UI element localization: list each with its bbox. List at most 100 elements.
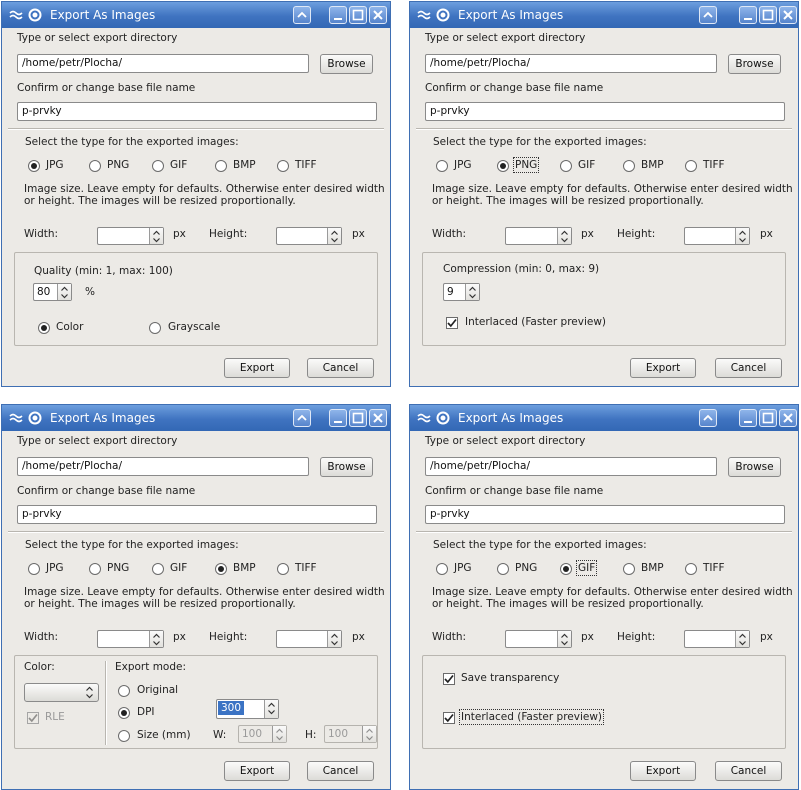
spin-arrows-icon[interactable] — [264, 700, 278, 718]
close-button[interactable] — [779, 409, 797, 427]
title-bar[interactable]: Export As Images — [410, 405, 798, 431]
close-button[interactable] — [779, 6, 797, 24]
maximize-button[interactable] — [349, 409, 367, 427]
compression-spinbox[interactable]: 9 — [443, 283, 480, 301]
save-transparency-checkbox[interactable] — [443, 673, 455, 685]
export-mode-original-radio[interactable] — [118, 685, 130, 697]
format-radio-tiff[interactable] — [277, 160, 289, 172]
color-depth-combobox[interactable] — [24, 683, 99, 702]
format-radio-jpg[interactable] — [28, 160, 40, 172]
spin-arrows-icon[interactable] — [557, 228, 571, 244]
format-radio-bmp[interactable] — [623, 563, 635, 575]
title-bar[interactable]: Export As Images — [2, 405, 390, 431]
minimize-button[interactable] — [329, 6, 347, 24]
window-menu-icon[interactable] — [8, 7, 24, 23]
grayscale-mode-radio[interactable] — [149, 322, 161, 334]
width-spinbox[interactable] — [505, 227, 572, 245]
format-radio-tiff[interactable] — [277, 563, 289, 575]
format-radio-tiff[interactable] — [685, 160, 697, 172]
format-radio-png[interactable] — [497, 563, 509, 575]
window-menu-icon[interactable] — [8, 410, 24, 426]
base-file-name-input[interactable]: p-prvky — [425, 102, 785, 121]
format-radio-tiff[interactable] — [685, 563, 697, 575]
width-spinbox[interactable] — [97, 227, 164, 245]
export-directory-input[interactable]: /home/petr/Plocha/ — [17, 457, 309, 476]
size-width-spinbox[interactable]: 100 — [238, 725, 287, 743]
export-button[interactable]: Export — [630, 761, 696, 781]
shade-button[interactable] — [293, 6, 311, 24]
shade-button[interactable] — [293, 409, 311, 427]
cancel-button[interactable]: Cancel — [715, 358, 782, 378]
format-radio-bmp[interactable] — [215, 160, 227, 172]
minimize-button[interactable] — [739, 409, 757, 427]
shade-button[interactable] — [699, 6, 717, 24]
spin-arrows-icon[interactable] — [557, 631, 571, 647]
export-mode-size-radio[interactable] — [118, 730, 130, 742]
spin-arrows-icon[interactable] — [149, 631, 163, 647]
browse-button[interactable]: Browse — [320, 54, 373, 74]
format-radio-jpg[interactable] — [436, 563, 448, 575]
format-radio-png[interactable] — [497, 160, 509, 172]
export-button[interactable]: Export — [630, 358, 696, 378]
spin-arrows-icon[interactable] — [362, 726, 376, 742]
cancel-button[interactable]: Cancel — [715, 761, 782, 781]
shade-button[interactable] — [699, 409, 717, 427]
spin-arrows-icon[interactable] — [735, 228, 749, 244]
base-file-name-input[interactable]: p-prvky — [17, 505, 377, 524]
height-spinbox[interactable] — [684, 227, 750, 245]
rle-checkbox[interactable] — [27, 712, 39, 724]
maximize-button[interactable] — [759, 6, 777, 24]
browse-button[interactable]: Browse — [728, 54, 781, 74]
export-directory-input[interactable]: /home/petr/Plocha/ — [17, 54, 309, 73]
format-radio-jpg[interactable] — [28, 563, 40, 575]
format-radio-bmp[interactable] — [623, 160, 635, 172]
title-bar[interactable]: Export As Images — [410, 2, 798, 28]
title-bar[interactable]: Export As Images — [2, 2, 390, 28]
spin-arrows-icon[interactable] — [149, 228, 163, 244]
width-spinbox[interactable] — [97, 630, 164, 648]
close-button[interactable] — [369, 409, 387, 427]
format-radio-png[interactable] — [89, 563, 101, 575]
export-directory-input[interactable]: /home/petr/Plocha/ — [425, 457, 717, 476]
interlaced-checkbox[interactable] — [443, 712, 455, 724]
quality-spinbox[interactable]: 80 — [33, 283, 72, 301]
window-menu-icon[interactable] — [416, 7, 432, 23]
browse-button[interactable]: Browse — [728, 457, 781, 477]
maximize-button[interactable] — [759, 409, 777, 427]
format-radio-gif[interactable] — [152, 160, 164, 172]
spin-arrows-icon[interactable] — [57, 284, 71, 300]
spin-arrows-icon[interactable] — [327, 228, 341, 244]
window-menu-icon[interactable] — [416, 410, 432, 426]
format-radio-png[interactable] — [89, 160, 101, 172]
format-radio-gif[interactable] — [560, 160, 572, 172]
interlaced-checkbox[interactable] — [446, 317, 458, 329]
browse-button[interactable]: Browse — [320, 457, 373, 477]
minimize-button[interactable] — [329, 409, 347, 427]
spin-arrows-icon[interactable] — [465, 284, 479, 300]
spin-arrows-icon[interactable] — [735, 631, 749, 647]
size-height-spinbox[interactable]: 100 — [324, 725, 377, 743]
base-file-name-input[interactable]: p-prvky — [425, 505, 785, 524]
spin-arrows-icon[interactable] — [272, 726, 286, 742]
color-mode-radio[interactable] — [38, 322, 50, 334]
export-mode-dpi-radio[interactable] — [118, 707, 130, 719]
cancel-button[interactable]: Cancel — [307, 761, 374, 781]
close-button[interactable] — [369, 6, 387, 24]
height-spinbox[interactable] — [276, 227, 342, 245]
minimize-button[interactable] — [739, 6, 757, 24]
export-button[interactable]: Export — [224, 358, 290, 378]
maximize-button[interactable] — [349, 6, 367, 24]
format-radio-gif[interactable] — [560, 563, 572, 575]
height-spinbox[interactable] — [276, 630, 342, 648]
cancel-button[interactable]: Cancel — [307, 358, 374, 378]
export-button[interactable]: Export — [224, 761, 290, 781]
format-radio-bmp[interactable] — [215, 563, 227, 575]
height-spinbox[interactable] — [684, 630, 750, 648]
base-file-name-input[interactable]: p-prvky — [17, 102, 377, 121]
format-radio-gif[interactable] — [152, 563, 164, 575]
export-directory-input[interactable]: /home/petr/Plocha/ — [425, 54, 717, 73]
format-radio-jpg[interactable] — [436, 160, 448, 172]
dpi-spinbox[interactable]: 300 — [216, 699, 279, 719]
width-spinbox[interactable] — [505, 630, 572, 648]
spin-arrows-icon[interactable] — [327, 631, 341, 647]
